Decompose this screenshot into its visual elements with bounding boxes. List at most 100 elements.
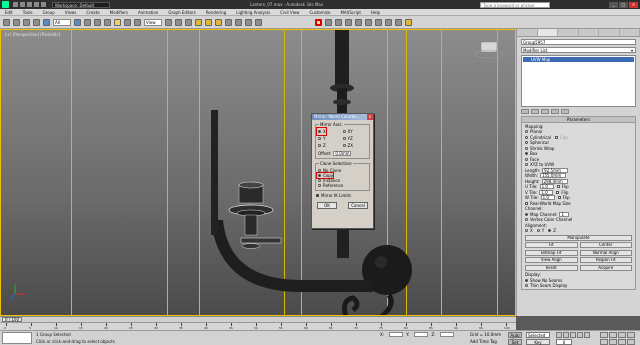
snaps-toggle-icon[interactable] — [195, 18, 202, 26]
rectangle-selection-icon[interactable] — [94, 18, 101, 26]
unlink-icon[interactable] — [33, 18, 40, 26]
menu-maxscript[interactable]: MAXScript — [335, 10, 366, 15]
play-icon[interactable] — [570, 332, 576, 338]
axis-radio-yz[interactable]: YZ — [342, 136, 368, 141]
next-frame-icon[interactable] — [577, 332, 583, 338]
bind-space-warp-icon[interactable] — [43, 18, 50, 26]
tab-hierarchy[interactable] — [558, 29, 579, 36]
select-by-name-icon[interactable] — [84, 18, 91, 26]
axis-radio-x[interactable]: X — [316, 127, 343, 136]
radio-dot[interactable] — [525, 152, 528, 155]
field-of-view-icon[interactable] — [600, 339, 608, 345]
menu-civil-view[interactable]: Civil View — [275, 10, 304, 15]
redo-icon[interactable] — [41, 2, 46, 7]
checkbox-box[interactable] — [525, 201, 528, 205]
radio-dot[interactable] — [342, 144, 346, 147]
acquire-button[interactable]: Acquire — [579, 264, 632, 271]
region-fit-button[interactable]: Region Fit — [579, 257, 632, 263]
maximize-button[interactable]: □ — [619, 1, 628, 8]
reset-button[interactable]: Reset — [525, 264, 578, 271]
u-tile-spinner[interactable]: 1.0 — [539, 184, 554, 189]
normal-align-button[interactable]: Normal Align — [579, 249, 632, 256]
manipulate-icon[interactable] — [175, 18, 182, 26]
tab-display[interactable] — [599, 29, 620, 36]
configure-modifier-sets-icon[interactable] — [561, 109, 569, 114]
mapping-radio-box[interactable]: Box — [525, 151, 632, 156]
new-file-icon[interactable] — [13, 2, 18, 7]
radio-dot[interactable] — [525, 130, 528, 133]
track-bar[interactable]: 0 5 10 15 20 25 30 35 40 45 50 55 60 65 70 75 80 85 90 95 10… — [0, 322, 516, 330]
mirror-ik-checkbox[interactable]: Mirror IK Limits — [316, 193, 373, 198]
maximize-viewport-icon[interactable] — [627, 339, 635, 345]
tab-utilities[interactable] — [619, 29, 640, 36]
mirror-icon[interactable] — [315, 18, 322, 26]
x-coordinate-field[interactable] — [389, 332, 404, 337]
pan-view-icon[interactable] — [609, 339, 617, 345]
auto-key-button[interactable]: Auto Key — [508, 332, 522, 343]
spinner-snap-icon[interactable] — [225, 18, 232, 26]
render-setup-icon[interactable] — [385, 18, 392, 26]
radio-dot[interactable] — [525, 146, 528, 150]
ribbon-toggle-icon[interactable] — [345, 18, 352, 26]
layer-explorer-icon[interactable] — [335, 18, 342, 26]
mapping-radio-shrink-wrap[interactable]: Shrink Wrap — [525, 146, 632, 151]
radio-dot[interactable] — [525, 218, 528, 221]
percent-snap-icon[interactable] — [215, 18, 222, 26]
set-key-button[interactable]: Set Key — [508, 339, 522, 345]
radio-dot[interactable] — [318, 137, 321, 140]
undo-icon[interactable] — [3, 18, 10, 26]
zoom-extents-all-icon[interactable] — [627, 332, 635, 338]
clone-radio-reference[interactable]: Reference — [318, 183, 367, 188]
length-spinner[interactable]: 92.5mm — [542, 167, 569, 173]
cap-checkbox[interactable] — [554, 135, 558, 139]
dialog-close-button[interactable]: × — [367, 114, 373, 120]
orbit-icon[interactable] — [618, 339, 626, 345]
align-radio-y[interactable] — [536, 229, 540, 232]
real-world-map-size-checkbox[interactable]: Real-World Map Size — [525, 201, 632, 206]
render-production-icon[interactable] — [405, 18, 412, 26]
schematic-view-icon[interactable] — [365, 18, 372, 26]
show-no-seams-radio[interactable]: Show No Seams — [525, 278, 632, 283]
material-editor-icon[interactable] — [375, 18, 382, 26]
radio-dot[interactable] — [342, 137, 346, 140]
save-file-icon[interactable] — [27, 2, 32, 7]
radio-dot[interactable] — [525, 157, 528, 161]
object-name-field[interactable]: Group5957 — [521, 39, 636, 45]
scene-explorer-icon[interactable] — [255, 18, 262, 26]
fit-button[interactable]: Fit — [525, 242, 578, 248]
tab-modify[interactable] — [537, 29, 558, 36]
w-flip-checkbox[interactable] — [557, 196, 561, 199]
bitmap-fit-button[interactable]: Bitmap Fit — [525, 249, 578, 256]
undo-icon[interactable] — [34, 2, 39, 7]
mapping-radio-xyz-to-uvw[interactable]: XYZ to UVW — [525, 162, 632, 167]
menu-rendering[interactable]: Rendering — [201, 10, 231, 15]
radio-dot[interactable] — [525, 212, 528, 216]
menu-tools[interactable]: Tools — [18, 10, 38, 15]
window-crossing-icon[interactable] — [104, 18, 111, 26]
mapping-radio-spherical[interactable]: Spherical — [525, 140, 632, 145]
link-icon[interactable] — [23, 18, 30, 26]
app-logo-icon[interactable] — [2, 1, 9, 8]
zoom-all-icon[interactable] — [609, 332, 617, 338]
radio-dot[interactable] — [525, 141, 528, 144]
rendered-frame-window-icon[interactable] — [395, 18, 402, 26]
zoom-icon[interactable] — [600, 332, 608, 338]
w-tile-spinner[interactable]: 1.0 — [540, 195, 555, 200]
show-end-result-icon[interactable] — [531, 109, 539, 114]
center-button[interactable]: Center — [579, 242, 632, 248]
redo-icon[interactable] — [13, 18, 20, 26]
reference-coordinate-dropdown[interactable]: View — [144, 18, 162, 26]
previous-frame-icon[interactable] — [563, 332, 569, 338]
axis-radio-y[interactable]: Y — [318, 136, 343, 141]
mapping-radio-face[interactable]: Face — [525, 157, 632, 162]
menu-modifiers[interactable]: Modifiers — [105, 10, 133, 15]
axis-radio-z[interactable]: Z — [318, 143, 343, 148]
radio-dot[interactable] — [318, 184, 321, 187]
select-rotate-icon[interactable] — [124, 18, 131, 26]
view-align-button[interactable]: View Align — [525, 257, 578, 263]
tab-motion[interactable] — [578, 29, 599, 36]
mirror-dialog-titlebar[interactable]: Mirror: World Coordin... × — [312, 114, 373, 120]
lantern-model[interactable] — [1, 30, 516, 316]
minimize-button[interactable]: _ — [609, 1, 618, 8]
perspective-viewport[interactable]: [+] [Perspective] [Realistic] — [0, 29, 516, 316]
